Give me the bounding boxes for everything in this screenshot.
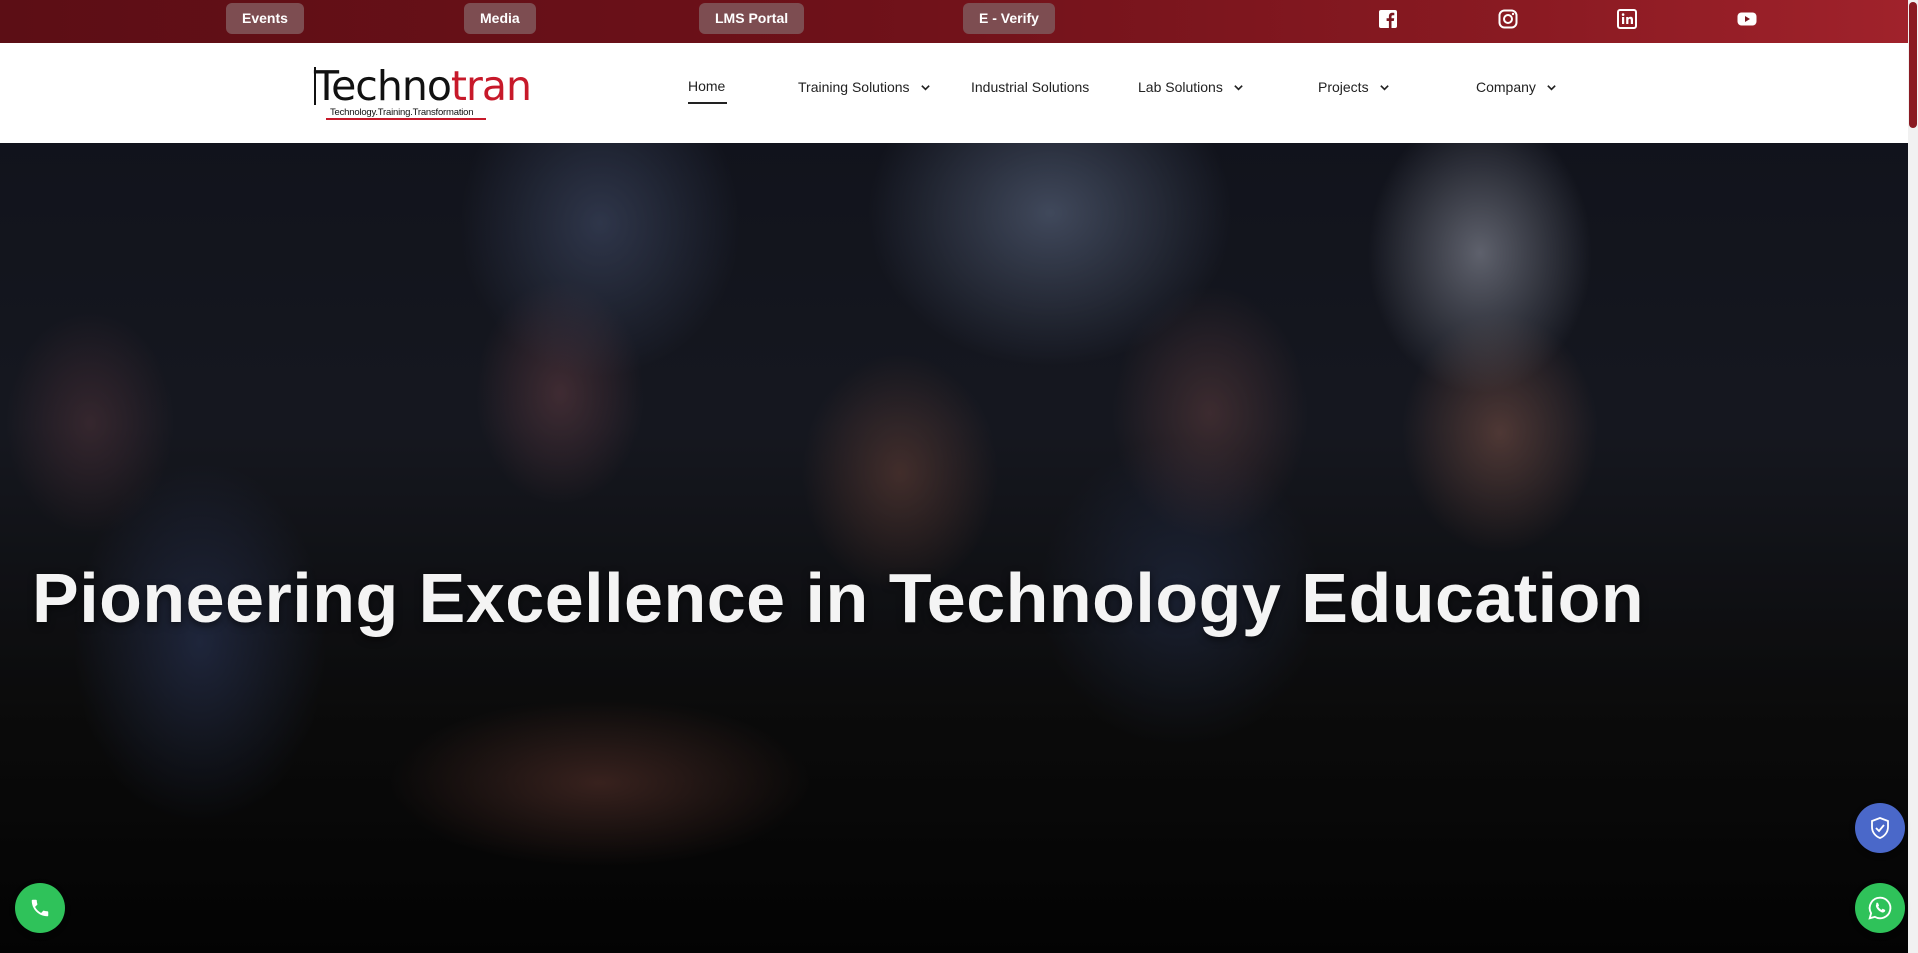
main-header: Technotran Technology.Training.Transform… — [0, 43, 1908, 143]
chevron-down-icon — [1233, 82, 1244, 93]
linkedin-icon[interactable] — [1617, 9, 1637, 29]
top-bar: Events Media LMS Portal E - Verify — [0, 0, 1908, 43]
nav-home[interactable]: Home — [688, 78, 725, 94]
page-scrollbar[interactable] — [1908, 0, 1918, 953]
nav-industrial-solutions-label: Industrial Solutions — [971, 79, 1090, 95]
nav-company[interactable]: Company — [1476, 79, 1557, 95]
nav-lab-solutions[interactable]: Lab Solutions — [1138, 79, 1244, 95]
logo-tagline: Technology.Training.Transformation — [330, 107, 474, 118]
logo-underline — [326, 118, 486, 120]
instagram-icon[interactable] — [1498, 9, 1518, 29]
security-badge-button[interactable] — [1855, 803, 1905, 853]
youtube-icon[interactable] — [1737, 9, 1757, 29]
nav-company-label: Company — [1476, 79, 1536, 95]
nav-training-solutions[interactable]: Training Solutions — [798, 79, 931, 95]
nav-home-label: Home — [688, 78, 726, 94]
whatsapp-button[interactable] — [1855, 883, 1905, 933]
whatsapp-icon — [1867, 895, 1893, 921]
technotran-logo[interactable]: Technotran Technology.Training.Transform… — [314, 61, 532, 123]
facebook-icon[interactable] — [1378, 9, 1398, 29]
chevron-down-icon — [1379, 82, 1390, 93]
logo-brand: Technotran — [314, 62, 532, 110]
lms-portal-link[interactable]: LMS Portal — [699, 3, 805, 34]
nav-lab-solutions-label: Lab Solutions — [1138, 79, 1223, 95]
scrollbar-thumb[interactable] — [1909, 2, 1917, 128]
nav-training-solutions-label: Training Solutions — [798, 79, 910, 95]
hero-overlay — [0, 143, 1908, 953]
nav-projects-label: Projects — [1318, 79, 1369, 95]
call-button[interactable] — [15, 883, 65, 933]
hero-banner: Pioneering Excellence in Technology Educ… — [0, 143, 1908, 953]
chevron-down-icon — [1546, 82, 1557, 93]
nav-projects[interactable]: Projects — [1318, 79, 1390, 95]
hero-title: Pioneering Excellence in Technology Educ… — [32, 559, 1645, 637]
events-link[interactable]: Events — [226, 3, 304, 34]
e-verify-link[interactable]: E - Verify — [963, 3, 1055, 34]
nav-industrial-solutions[interactable]: Industrial Solutions — [971, 79, 1089, 95]
chevron-down-icon — [920, 82, 931, 93]
phone-icon — [29, 897, 51, 919]
nav-home-active-indicator — [688, 102, 727, 104]
shield-check-icon — [1868, 816, 1892, 840]
media-link[interactable]: Media — [464, 3, 536, 34]
